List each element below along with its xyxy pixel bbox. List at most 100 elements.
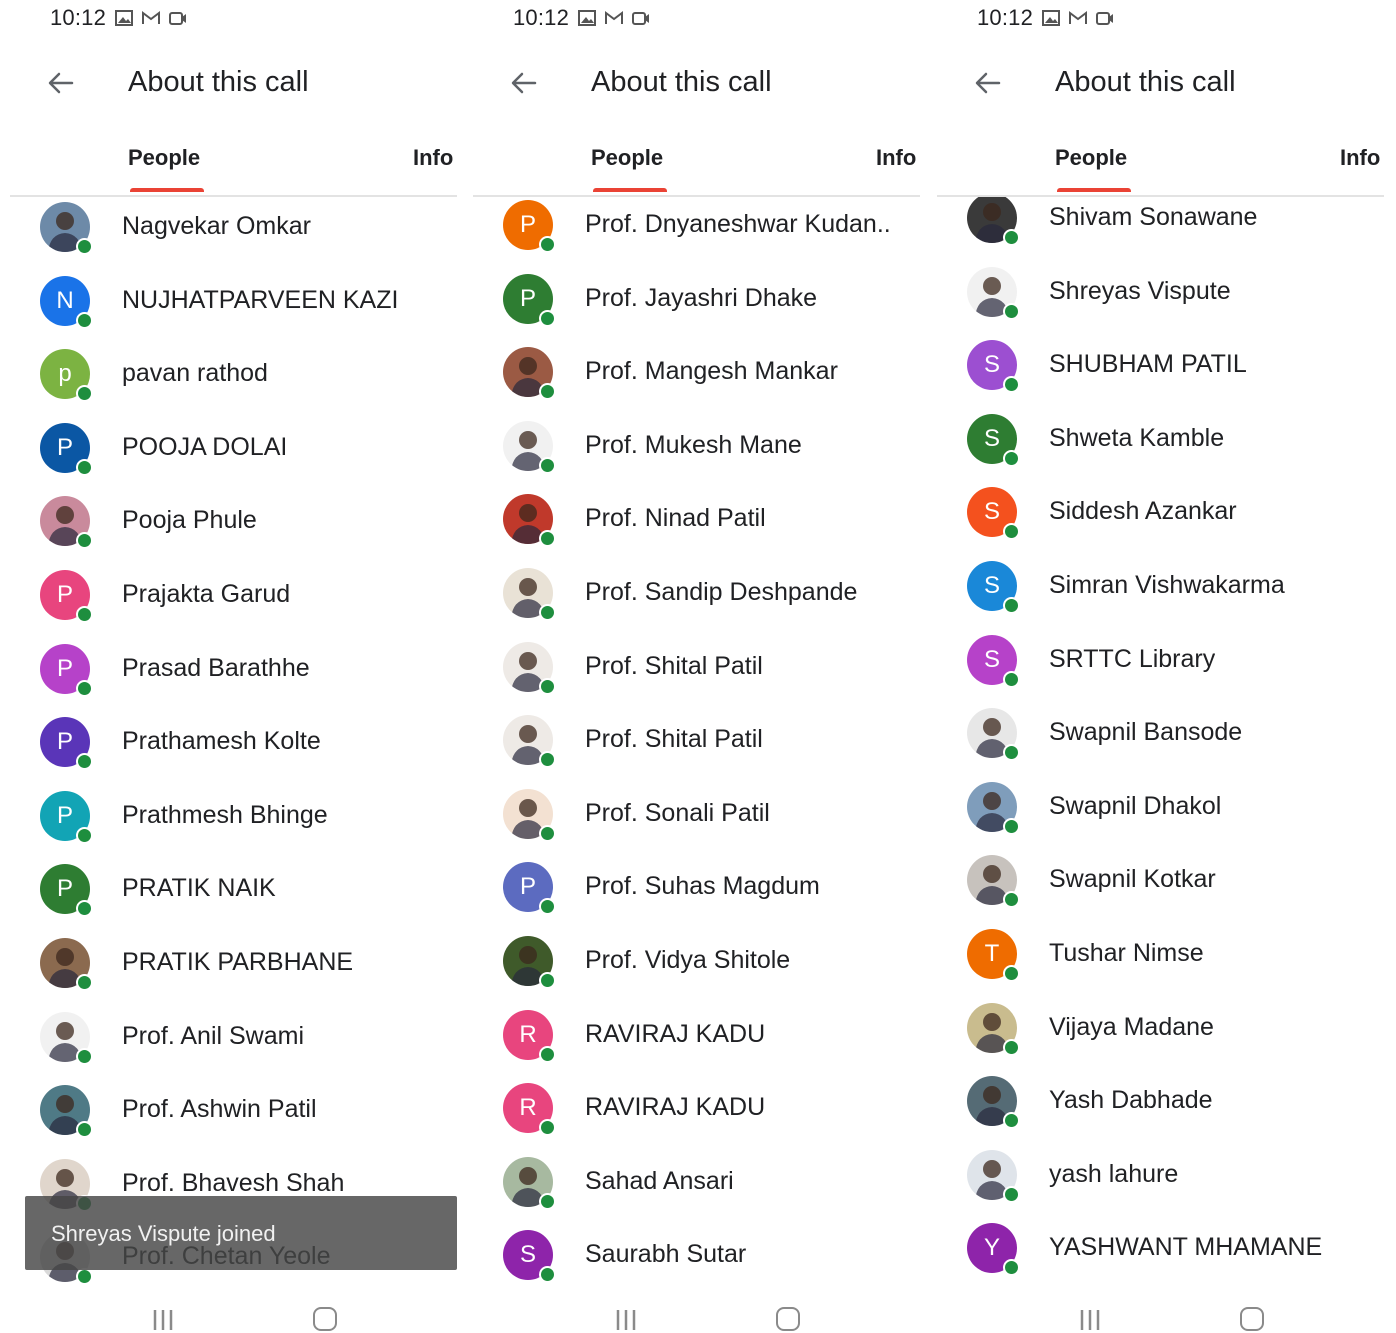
tab-people[interactable]: People — [128, 145, 200, 171]
participant-name: Shreyas Vispute — [1049, 276, 1231, 305]
participant-list[interactable]: P Prof. Dnyaneshwar Kudan.. P Prof. Jayashr… — [473, 197, 920, 1285]
video-notification-icon — [632, 10, 650, 26]
avatar — [40, 496, 93, 550]
participant-row[interactable]: S Shweta Kamble — [937, 406, 1384, 478]
participant-name: Prof. Mangesh Mankar — [585, 357, 838, 386]
participant-row[interactable]: Swapnil Dhakol — [937, 774, 1384, 846]
participant-row[interactable]: P Prathamesh Kolte — [10, 709, 457, 781]
home-icon[interactable] — [1240, 1307, 1264, 1331]
participant-row[interactable]: Prof. Anil Swami — [10, 1004, 457, 1076]
tab-info[interactable]: Info — [876, 145, 920, 171]
tab-info[interactable]: Info — [1340, 145, 1384, 171]
participant-row[interactable]: Prof. Shital Patil — [473, 707, 920, 779]
avatar — [967, 1076, 1020, 1130]
avatar: P — [503, 200, 556, 253]
participant-row[interactable]: R RAVIRAJ KADU — [473, 1075, 920, 1147]
participant-row[interactable]: Shivam Sonawane — [937, 197, 1384, 257]
avatar: P — [40, 643, 93, 697]
back-arrow-icon[interactable] — [509, 68, 539, 98]
recent-apps-icon[interactable] — [1077, 1308, 1103, 1332]
participant-row[interactable]: P Prof. Suhas Magdum — [473, 854, 920, 926]
avatar — [40, 1011, 93, 1065]
recent-apps-icon[interactable] — [150, 1308, 176, 1332]
active-tab-indicator — [1057, 188, 1131, 192]
participant-row[interactable]: N NUJHATPARVEEN KAZI — [10, 268, 457, 340]
participant-row[interactable]: Prof. Ashwin Patil — [10, 1077, 457, 1149]
avatar: R — [503, 1009, 556, 1063]
app-bar: About this call — [473, 56, 920, 112]
online-status-dot — [76, 238, 93, 255]
status-time: 10:12 — [50, 5, 107, 30]
participant-row[interactable]: Y YASHWANT MHAMANE — [937, 1215, 1384, 1285]
participant-name: Prof. Ashwin Patil — [122, 1095, 317, 1124]
online-status-dot — [76, 974, 93, 991]
online-status-dot — [1003, 523, 1020, 541]
participant-row[interactable]: Pooja Phule — [10, 488, 457, 560]
participant-name: Swapnil Kotkar — [1049, 865, 1216, 894]
online-status-dot — [76, 826, 93, 844]
avatar: P — [40, 864, 93, 918]
avatar: S — [967, 340, 1020, 394]
avatar: P — [40, 790, 93, 844]
participant-list[interactable]: Shivam Sonawane Shreyas Vispute S SHUBHAM P… — [937, 197, 1384, 1285]
home-icon[interactable] — [313, 1307, 337, 1331]
participant-row[interactable]: P Prof. Dnyaneshwar Kudan.. — [473, 197, 920, 264]
participant-row[interactable]: P PRATIK NAIK — [10, 856, 457, 928]
recent-apps-icon[interactable] — [613, 1308, 639, 1332]
participant-row[interactable]: Nagvekar Omkar — [10, 197, 457, 266]
online-status-dot — [1003, 1038, 1020, 1056]
avatar: S — [967, 413, 1020, 467]
participant-name: yash lahure — [1049, 1159, 1179, 1188]
participant-row[interactable]: Swapnil Bansode — [937, 700, 1384, 772]
back-arrow-icon[interactable] — [46, 68, 76, 98]
avatar — [503, 568, 556, 621]
participant-row[interactable]: Prof. Mukesh Mane — [473, 413, 920, 485]
avatar: S — [967, 487, 1020, 541]
tab-info[interactable]: Info — [413, 145, 457, 171]
participant-name: Prof. Dnyaneshwar Kudan.. — [585, 210, 891, 238]
toast-message: Shreyas Vispute joined — [51, 1221, 276, 1246]
participant-name: Tushar Nimse — [1049, 939, 1204, 967]
participant-row[interactable]: Prof. Mangesh Mankar — [473, 339, 920, 411]
participant-row[interactable]: Prof. Sandip Deshpande — [473, 560, 920, 632]
app-bar: About this call — [10, 56, 457, 112]
participant-row[interactable]: S Siddesh Azankar — [937, 479, 1384, 551]
avatar — [503, 420, 556, 474]
page-title: About this call — [128, 66, 309, 98]
participant-row[interactable]: P Prof. Jayashri Dhake — [473, 266, 920, 338]
participant-row[interactable]: T Tushar Nimse — [937, 921, 1384, 993]
tab-people[interactable]: People — [591, 145, 663, 171]
participant-row[interactable]: Shreyas Vispute — [937, 259, 1384, 331]
online-status-dot — [76, 1268, 93, 1285]
participant-row[interactable]: yash lahure — [937, 1142, 1384, 1214]
participant-row[interactable]: R RAVIRAJ KADU — [473, 1002, 920, 1074]
avatar — [40, 202, 93, 255]
participant-row[interactable]: Prof. Sonali Patil — [473, 781, 920, 853]
participant-row[interactable]: P Prathmesh Bhinge — [10, 783, 457, 855]
tab-people[interactable]: People — [1055, 145, 1127, 171]
participant-row[interactable]: Prof. Vidya Shitole — [473, 928, 920, 1000]
participant-row[interactable]: p pavan rathod — [10, 341, 457, 413]
participant-row[interactable]: P POOJA DOLAI — [10, 415, 457, 487]
participant-row[interactable]: Prof. Shital Patil — [473, 634, 920, 706]
participant-row[interactable]: S SHUBHAM PATIL — [937, 332, 1384, 404]
participant-row[interactable]: Prof. Ninad Patil — [473, 486, 920, 558]
participant-row[interactable]: S Simran Vishwakarma — [937, 553, 1384, 625]
participant-row[interactable]: S SRTTC Library — [937, 627, 1384, 699]
home-icon[interactable] — [776, 1307, 800, 1331]
participant-row[interactable]: PRATIK PARBHANE — [10, 930, 457, 1002]
participant-row[interactable]: Swapnil Kotkar — [937, 847, 1384, 919]
participant-row[interactable]: P Prasad Barathhe — [10, 636, 457, 708]
tab-bar: People Info — [10, 135, 457, 197]
participant-row[interactable]: S Saurabh Sutar — [473, 1222, 920, 1285]
tab-bar: People Info — [473, 135, 920, 197]
participant-list[interactable]: Nagvekar Omkar N NUJHATPARVEEN KAZI p pavan … — [10, 197, 457, 1285]
gmail-notification-icon — [1069, 10, 1088, 26]
participant-row[interactable]: Yash Dabhade — [937, 1068, 1384, 1140]
participant-name: Swapnil Bansode — [1049, 718, 1243, 747]
back-arrow-icon[interactable] — [973, 68, 1003, 98]
participant-row[interactable]: Sahad Ansari — [473, 1149, 920, 1221]
participant-name: SRTTC Library — [1049, 644, 1216, 673]
participant-row[interactable]: Vijaya Madane — [937, 995, 1384, 1067]
participant-row[interactable]: P Prajakta Garud — [10, 562, 457, 634]
